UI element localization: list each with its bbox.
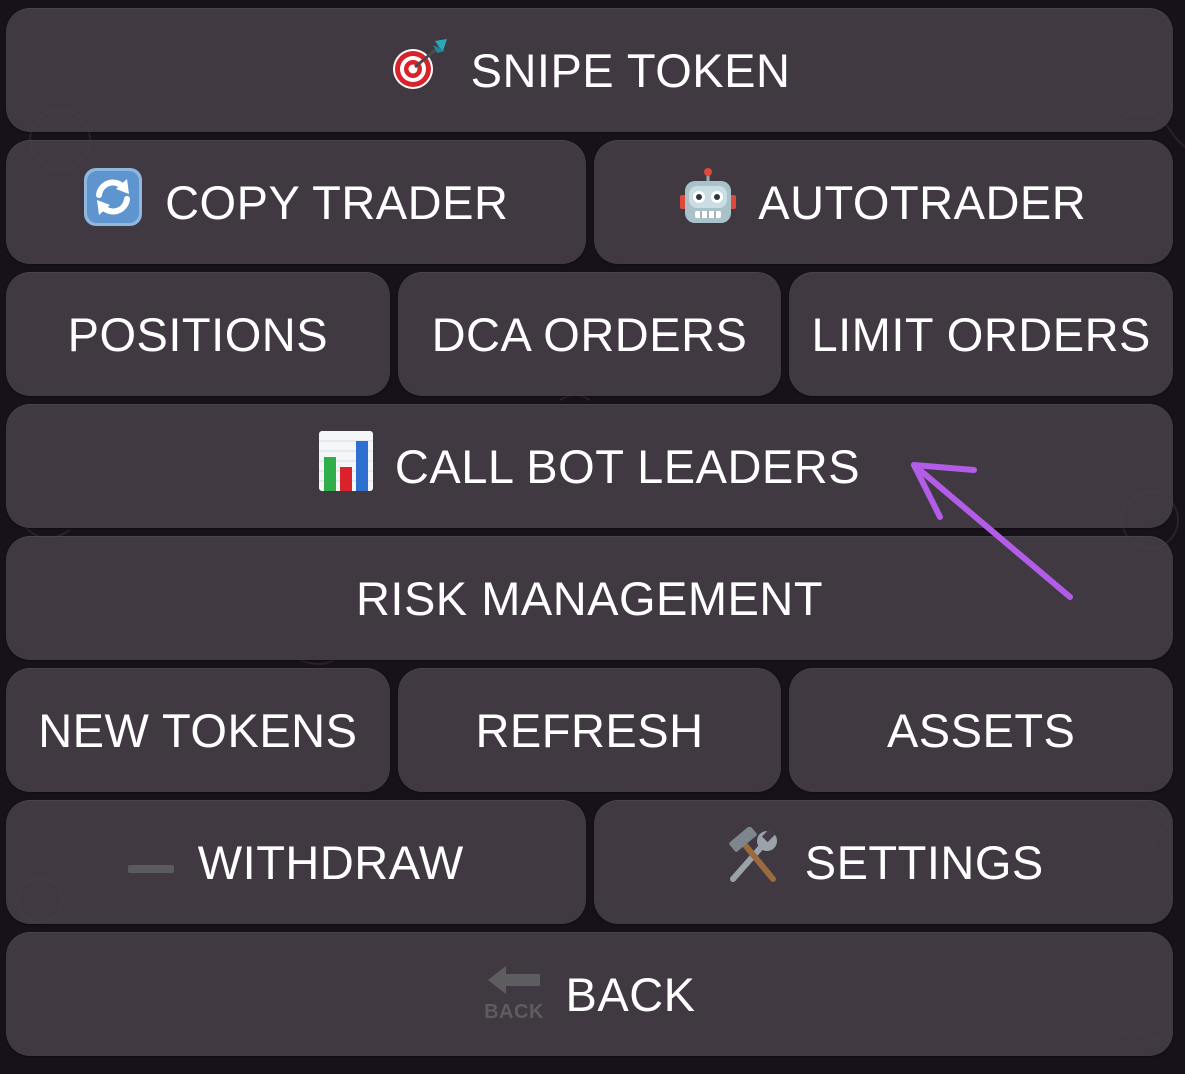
dart-target-icon [389,37,449,104]
keyboard-row-6: NEW TOKENS REFRESH ASSETS [6,668,1174,792]
risk-management-label: RISK MANAGEMENT [355,571,824,625]
keyboard-row-2: COPY TRADER AUTOTRADER [6,140,1173,264]
keyboard-row-4: CALL BOT LEADERS [6,404,1173,528]
back-label: BACK [565,967,696,1021]
keyboard-row-5: RISK MANAGEMENT [6,536,1173,660]
copy-trader-label: COPY TRADER [165,175,509,229]
call-bot-leaders-label: CALL BOT LEADERS [394,439,861,493]
back-button[interactable]: BACK BACK [6,932,1173,1056]
snipe-token-label: SNIPE TOKEN [470,43,791,97]
back-icon-text: BACK [484,1001,544,1023]
limit-orders-label: LIMIT ORDERS [811,307,1151,361]
keyboard-row-8: BACK BACK [6,932,1173,1056]
bot-keyboard: SNIPE TOKEN COPY TRADER AUTOTRADER POSIT… [0,0,1185,1074]
withdraw-button[interactable]: WITHDRAW [6,800,586,924]
new-tokens-button[interactable]: NEW TOKENS [6,668,390,792]
new-tokens-label: NEW TOKENS [38,703,358,757]
keyboard-row-7: WITHDRAW SETTINGS [6,800,1173,924]
refresh-button[interactable]: REFRESH [397,668,782,792]
settings-button[interactable]: SETTINGS [593,800,1173,924]
hammer-wrench-icon [723,825,783,898]
copy-trader-button[interactable]: COPY TRADER [6,140,586,264]
assets-label: ASSETS [886,703,1076,757]
bar-chart-icon [318,430,373,502]
call-bot-leaders-button[interactable]: CALL BOT LEADERS [6,404,1173,528]
dca-orders-button[interactable]: DCA ORDERS [397,272,782,396]
snipe-token-button[interactable]: SNIPE TOKEN [6,8,1173,132]
autotrader-label: AUTOTRADER [758,175,1087,229]
limit-orders-button[interactable]: LIMIT ORDERS [789,272,1174,396]
back-arrow-icon: BACK [484,964,544,1024]
refresh-arrows-icon [83,167,143,238]
positions-button[interactable]: POSITIONS [6,272,390,396]
risk-management-button[interactable]: RISK MANAGEMENT [6,536,1173,660]
assets-button[interactable]: ASSETS [789,668,1174,792]
robot-icon [680,167,737,238]
refresh-label: REFRESH [475,703,704,757]
dca-orders-label: DCA ORDERS [431,307,748,361]
settings-label: SETTINGS [804,835,1044,889]
keyboard-row-1: SNIPE TOKEN [6,8,1173,132]
withdraw-label: WITHDRAW [197,835,464,889]
keyboard-row-3: POSITIONS DCA ORDERS LIMIT ORDERS [6,272,1174,396]
positions-label: POSITIONS [67,307,329,361]
minus-icon [127,835,176,890]
autotrader-button[interactable]: AUTOTRADER [593,140,1173,264]
